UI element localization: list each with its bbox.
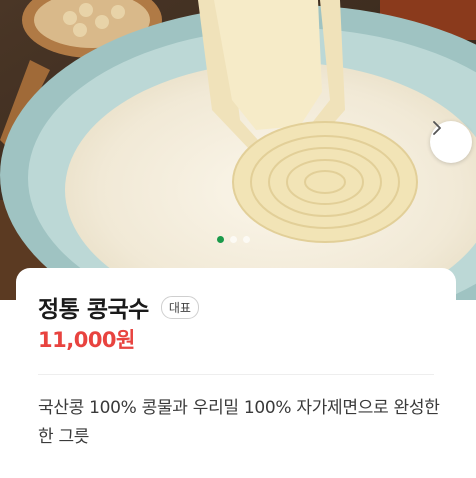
carousel-dot-2[interactable] (229, 236, 237, 243)
title-row: 정통 콩국수 대표 (38, 290, 199, 324)
product-name: 정통 콩국수 (38, 297, 149, 323)
noodle-bowl-photo (0, 0, 476, 300)
product-image-carousel[interactable] (0, 0, 476, 300)
signature-badge: 대표 (160, 295, 199, 319)
chevron-right-icon (433, 121, 441, 135)
carousel-dot-3[interactable] (242, 236, 250, 243)
carousel-next-button[interactable] (430, 121, 472, 163)
carousel-dot-1[interactable] (216, 236, 224, 243)
product-description: 국산콩 100% 콩물과 우리밀 100% 자가제면으로 완성한 한 그릇 (38, 398, 440, 447)
product-info-card: 정통 콩국수 대표 11,000원 국산콩 100% 콩물과 우리밀 100% … (16, 268, 456, 478)
carousel-pagination (0, 236, 466, 243)
divider (38, 374, 434, 375)
product-price: 11,000원 (38, 328, 135, 352)
